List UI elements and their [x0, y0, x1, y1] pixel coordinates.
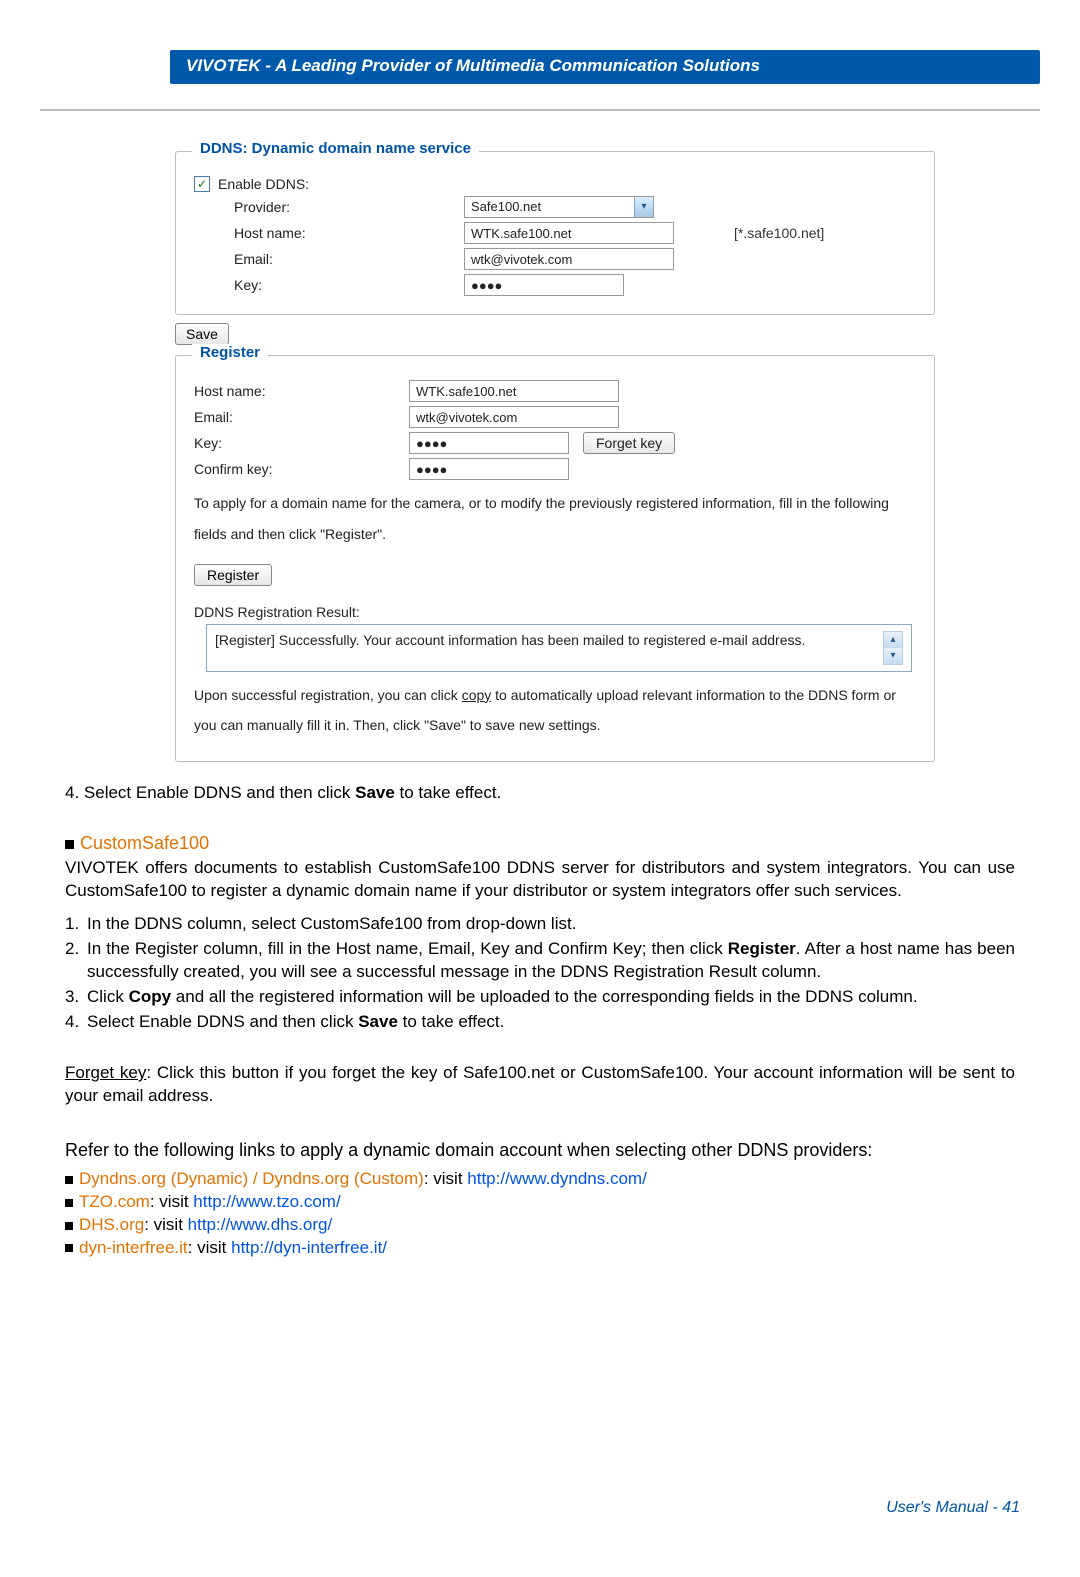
save-button[interactable]: Save: [175, 323, 229, 345]
hostname-row: Host name: WTK.safe100.net [*.safe100.ne…: [194, 222, 916, 244]
provider-link-1: Dyndns.org (Dynamic) / Dyndns.org (Custo…: [65, 1168, 1015, 1191]
provider-link-4: dyn-interfree.it: visit http://dyn-inter…: [65, 1237, 1015, 1260]
reg-confirm-row: Confirm key: ●●●●: [194, 458, 916, 480]
tzo-link[interactable]: http://www.tzo.com/: [193, 1192, 340, 1211]
reg-confirm-label: Confirm key:: [194, 461, 409, 477]
square-bullet-icon: [65, 1176, 73, 1184]
enable-ddns-checkbox[interactable]: ✓: [194, 176, 210, 192]
enable-ddns-label: Enable DDNS:: [218, 176, 309, 192]
customsafe100-steps: 1.In the DDNS column, select CustomSafe1…: [65, 913, 1015, 1034]
register-legend: Register: [192, 344, 268, 361]
result-text: [Register] Successfully. Your account in…: [215, 631, 877, 665]
reg-key-row: Key: ●●●● Forget key: [194, 432, 916, 454]
provider-link-3: DHS.org: visit http://www.dhs.org/: [65, 1214, 1015, 1237]
refer-para: Refer to the following links to apply a …: [65, 1138, 1015, 1162]
reg-email-row: Email: wtk@vivotek.com: [194, 406, 916, 428]
reg-email-input[interactable]: wtk@vivotek.com: [409, 406, 619, 428]
post-register-note: Upon successful registration, you can cl…: [194, 680, 916, 742]
reg-host-label: Host name:: [194, 383, 409, 399]
ddns-fieldset: DDNS: Dynamic domain name service ✓ Enab…: [175, 151, 935, 315]
header-rule: [40, 109, 1040, 111]
provider-link-2: TZO.com: visit http://www.tzo.com/: [65, 1191, 1015, 1214]
customsafe100-para: VIVOTEK offers documents to establish Cu…: [65, 857, 1015, 903]
hostname-label: Host name:: [194, 225, 464, 241]
key-input[interactable]: ●●●●: [464, 274, 624, 296]
provider-label: Provider:: [194, 199, 464, 215]
forget-key-button[interactable]: Forget key: [583, 432, 675, 454]
email-label: Email:: [194, 251, 464, 267]
customsafe100-heading: CustomSafe100: [65, 831, 1015, 855]
dhs-link[interactable]: http://www.dhs.org/: [188, 1215, 333, 1234]
result-title: DDNS Registration Result:: [194, 604, 916, 620]
body-text: 4. Select Enable DDNS and then click Sav…: [65, 782, 1015, 1260]
reg-confirm-input[interactable]: ●●●●: [409, 458, 569, 480]
reg-key-label: Key:: [194, 435, 409, 451]
scroll-up-icon[interactable]: ▴: [884, 632, 902, 648]
dyninterfree-link[interactable]: http://dyn-interfree.it/: [231, 1238, 387, 1257]
key-row: Key: ●●●●: [194, 274, 916, 296]
register-button[interactable]: Register: [194, 564, 272, 586]
reg-key-input[interactable]: ●●●●: [409, 432, 569, 454]
reg-host-input[interactable]: WTK.safe100.net: [409, 380, 619, 402]
result-box: [Register] Successfully. Your account in…: [206, 624, 912, 672]
screenshot-ddns: DDNS: Dynamic domain name service ✓ Enab…: [175, 151, 935, 762]
hostname-suffix: [*.safe100.net]: [734, 225, 824, 241]
key-label: Key:: [194, 277, 464, 293]
copy-link[interactable]: copy: [462, 687, 492, 703]
provider-row: Provider: Safe100.net ▾: [194, 196, 916, 218]
chevron-down-icon[interactable]: ▾: [634, 197, 653, 217]
email-row: Email: wtk@vivotek.com: [194, 248, 916, 270]
provider-select[interactable]: Safe100.net ▾: [464, 196, 654, 218]
provider-value: Safe100.net: [471, 196, 541, 218]
square-bullet-icon: [65, 1222, 73, 1230]
hostname-input[interactable]: WTK.safe100.net: [464, 222, 674, 244]
scroll-down-icon[interactable]: ▾: [884, 648, 902, 664]
reg-host-row: Host name: WTK.safe100.net: [194, 380, 916, 402]
register-note: To apply for a domain name for the camer…: [194, 488, 916, 550]
dyndns-link[interactable]: http://www.dyndns.com/: [467, 1169, 647, 1188]
page-footer: User's Manual - 41: [886, 1499, 1020, 1517]
ddns-legend: DDNS: Dynamic domain name service: [192, 140, 479, 157]
result-scrollbar[interactable]: ▴ ▾: [883, 631, 903, 665]
email-input[interactable]: wtk@vivotek.com: [464, 248, 674, 270]
forget-key-para: Forget key: Click this button if you for…: [65, 1062, 1015, 1108]
enable-ddns-row: ✓ Enable DDNS:: [194, 176, 916, 192]
square-bullet-icon: [65, 1199, 73, 1207]
square-bullet-icon: [65, 840, 74, 849]
step-4: 4. Select Enable DDNS and then click Sav…: [65, 782, 1015, 805]
page-header: VIVOTEK - A Leading Provider of Multimed…: [170, 50, 1040, 84]
square-bullet-icon: [65, 1244, 73, 1252]
register-fieldset: Register Host name: WTK.safe100.net Emai…: [175, 355, 935, 762]
reg-email-label: Email:: [194, 409, 409, 425]
